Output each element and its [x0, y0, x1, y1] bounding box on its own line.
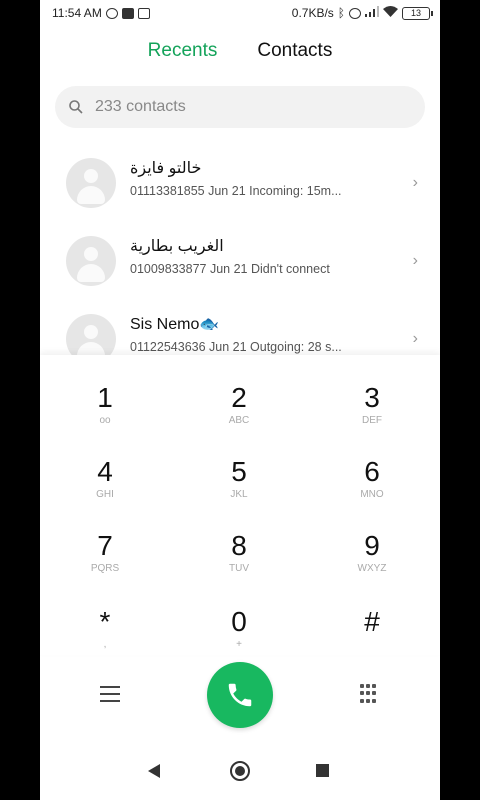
key-digit: 8 — [231, 530, 247, 561]
key-0[interactable]: 0 + — [179, 579, 299, 653]
whatsapp-icon — [105, 7, 118, 19]
key-digit: # — [364, 606, 380, 637]
wifi-icon — [383, 6, 398, 20]
key-digit: * — [99, 606, 111, 637]
key-5[interactable]: 5 JKL — [179, 429, 299, 503]
list-item[interactable]: الغريب بطارية 01009833877 Jun 21 Didn't … — [40, 222, 440, 300]
key-2[interactable]: 2 ABC — [179, 355, 299, 429]
dialpad-toggle-icon[interactable] — [360, 684, 376, 704]
call-detail: 01122543636 Jun 21 Outgoing: 28 s... — [130, 340, 375, 354]
network-speed: 0.7KB/s — [291, 6, 334, 20]
contact-number: 01009833877 — [130, 262, 207, 276]
tab-bar: Recents Contacts — [40, 40, 440, 62]
key-digit: 1 — [97, 382, 113, 413]
chevron-right-icon[interactable]: › — [413, 174, 418, 192]
key-9[interactable]: 9 WXYZ — [312, 503, 432, 577]
system-nav-bar — [40, 744, 440, 800]
key-4[interactable]: 4 GHI — [45, 429, 165, 503]
status-bar: 11:54 AM 0.7KB/s ᛒ 13 — [40, 0, 440, 26]
search-input[interactable] — [95, 98, 395, 116]
call-info: Jun 21 Incoming: 15m... — [208, 184, 342, 198]
chevron-right-icon[interactable]: › — [413, 252, 418, 270]
key-star[interactable]: *, — [45, 579, 165, 653]
menu-icon[interactable] — [100, 686, 120, 702]
key-digit: 9 — [364, 530, 380, 561]
key-3[interactable]: 3 DEF — [312, 355, 432, 429]
call-detail: 01113381855 Jun 21 Incoming: 15m... — [130, 184, 375, 198]
chevron-right-icon[interactable]: › — [413, 330, 418, 348]
key-6[interactable]: 6 MNO — [312, 429, 432, 503]
key-letters: JKL — [230, 489, 248, 500]
video-icon — [121, 7, 134, 19]
key-letters: PQRS — [90, 563, 120, 574]
key-letters: + — [236, 639, 242, 650]
dial-keypad: 1 oo 2 ABC 3 DEF 4 GHI 5 JKL 6 MNO 7 PQRS 8 TUV … — [40, 355, 440, 655]
key-letters: GHI — [96, 489, 114, 500]
phone-icon — [228, 683, 252, 707]
tab-recents[interactable]: Recents — [148, 40, 218, 62]
key-letters: ABC — [228, 415, 250, 426]
bluetooth-icon: ᛒ — [337, 6, 345, 20]
key-digit: 2 — [231, 382, 247, 413]
recents-list: خالتو فايزة 01113381855 Jun 21 Incoming:… — [40, 144, 440, 378]
key-letters — [312, 639, 432, 651]
key-8[interactable]: 8 TUV — [179, 503, 299, 577]
key-digit: 0 — [231, 606, 247, 637]
contact-name: الغريب بطارية — [130, 238, 224, 255]
signal-icon — [365, 6, 379, 20]
call-info: Jun 21 Didn't connect — [209, 262, 330, 276]
recent-apps-icon[interactable] — [316, 764, 329, 777]
key-digit: 5 — [231, 456, 247, 487]
phone-screen: 11:54 AM 0.7KB/s ᛒ 13 Recents Contacts 2… — [40, 0, 440, 800]
call-detail: 01009833877 Jun 21 Didn't connect — [130, 262, 375, 276]
avatar — [66, 158, 116, 208]
key-digit: 6 — [364, 456, 380, 487]
key-digit: 3 — [364, 382, 380, 413]
search-icon — [69, 100, 83, 114]
key-letters: WXYZ — [357, 563, 387, 574]
contact-name: Sis Nemo🐟 — [130, 316, 220, 333]
mail-icon — [137, 7, 150, 19]
key-1[interactable]: 1 oo — [45, 355, 165, 429]
dialer-actions — [40, 660, 440, 730]
status-time: 11:54 AM — [52, 6, 102, 20]
key-letters: MNO — [360, 489, 384, 500]
search-bar[interactable] — [55, 86, 425, 128]
key-letters: , — [103, 639, 107, 650]
call-button[interactable] — [207, 662, 273, 728]
alarm-icon — [349, 7, 361, 19]
contact-number: 01113381855 — [130, 184, 205, 198]
key-digit: 7 — [97, 530, 113, 561]
key-letters: DEF — [362, 415, 382, 426]
home-icon[interactable] — [230, 761, 250, 781]
key-letters: oo — [99, 415, 111, 426]
key-digit: 4 — [97, 456, 113, 487]
key-hash[interactable]: # — [312, 579, 432, 653]
key-7[interactable]: 7 PQRS — [45, 503, 165, 577]
battery-icon: 13 — [402, 6, 433, 20]
call-info: Jun 21 Outgoing: 28 s... — [209, 340, 342, 354]
key-letters: TUV — [229, 563, 249, 574]
tab-contacts[interactable]: Contacts — [257, 40, 332, 62]
list-item[interactable]: خالتو فايزة 01113381855 Jun 21 Incoming:… — [40, 144, 440, 222]
avatar — [66, 236, 116, 286]
contact-name: خالتو فايزة — [130, 160, 202, 177]
contact-number: 01122543636 — [130, 340, 206, 354]
back-icon[interactable] — [148, 764, 160, 778]
